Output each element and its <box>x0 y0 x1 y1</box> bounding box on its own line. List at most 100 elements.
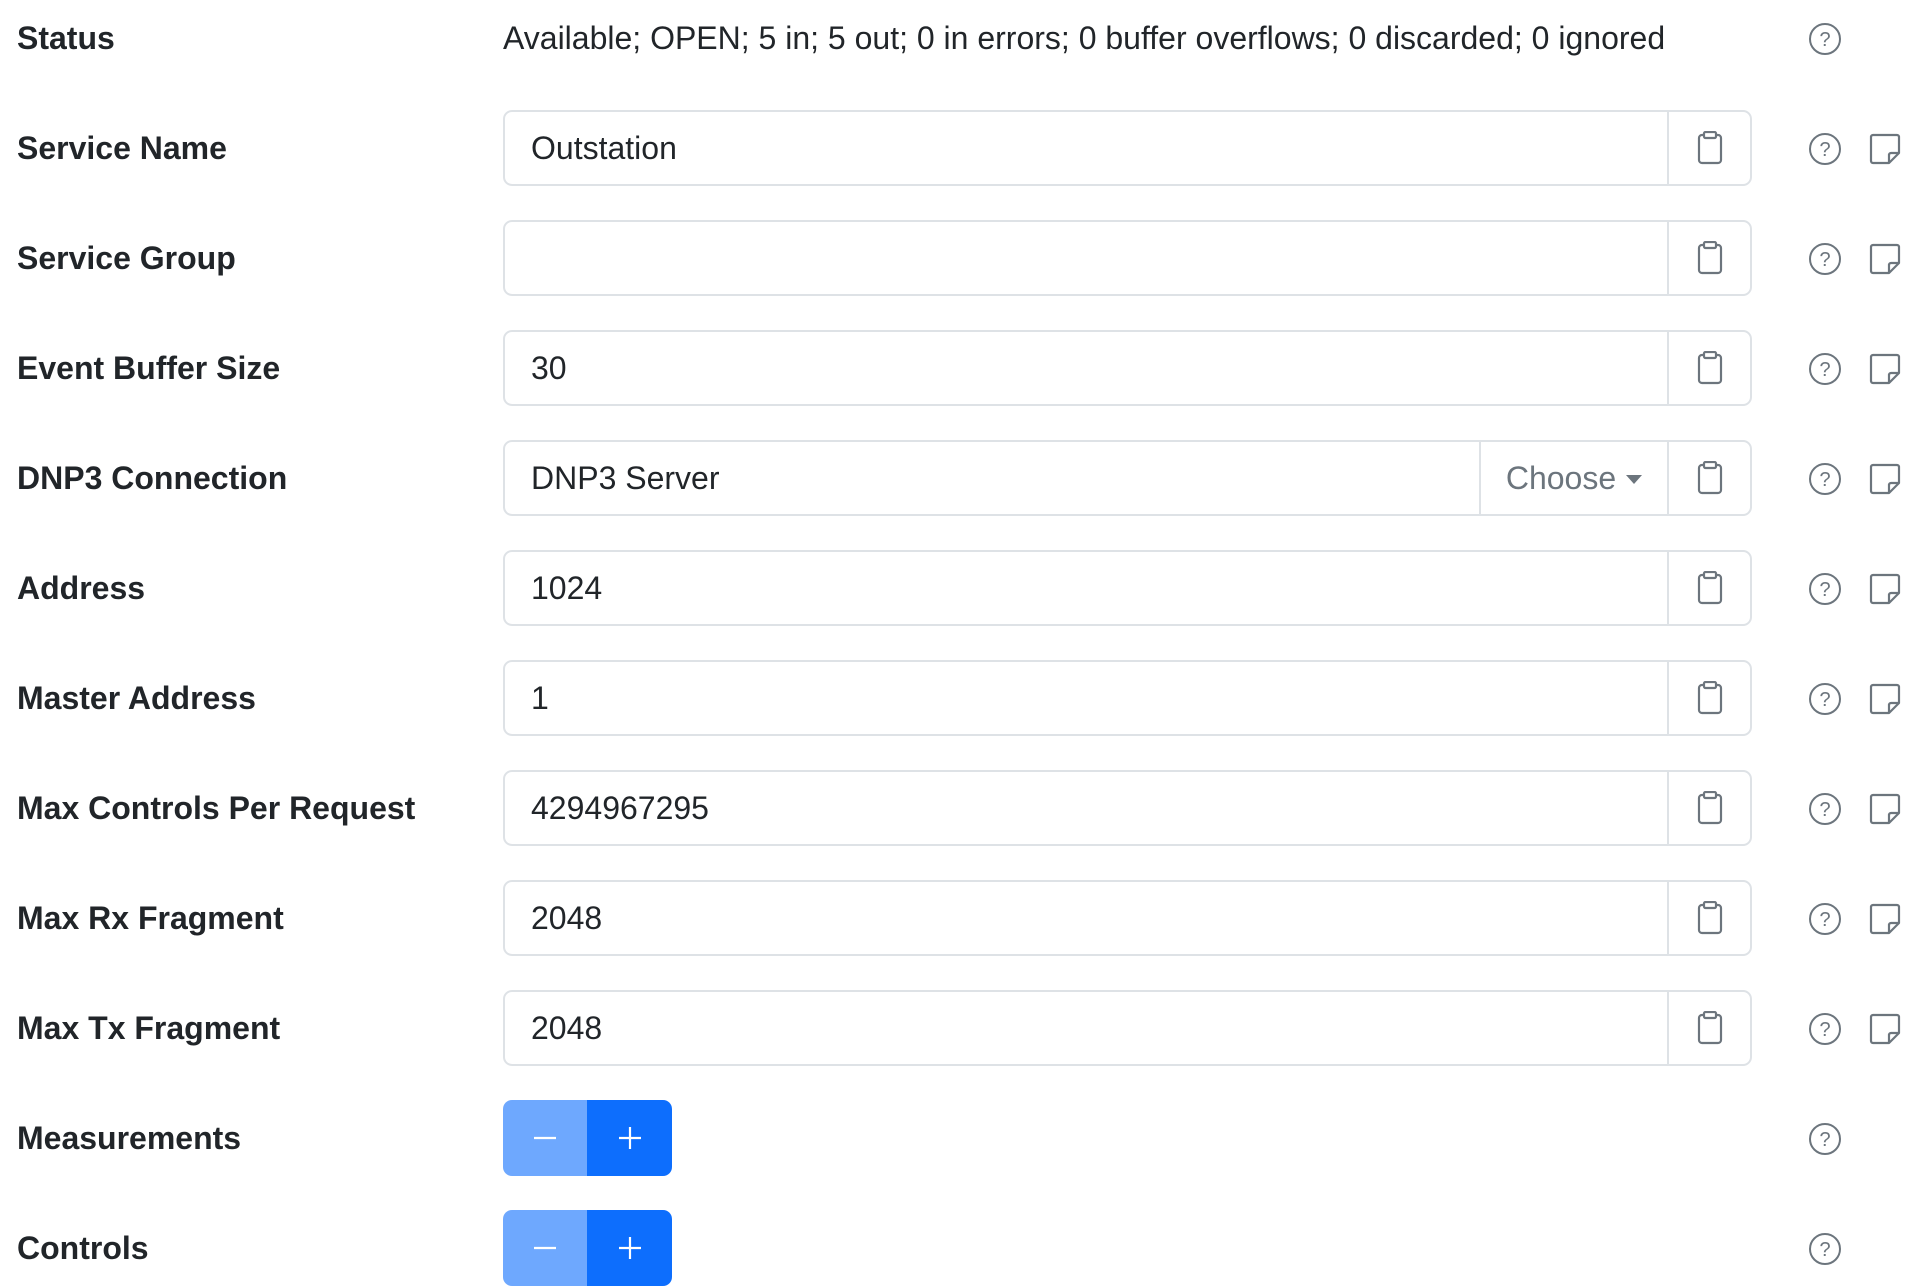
sticky-note-icon[interactable] <box>1868 902 1902 936</box>
event-buffer-size-input[interactable] <box>505 332 1667 404</box>
address-row: Address ? <box>0 550 1920 626</box>
clipboard-icon <box>1697 681 1722 715</box>
max-tx-fragment-row: Max Tx Fragment ? <box>0 990 1920 1066</box>
help-icon[interactable]: ? <box>1808 902 1842 936</box>
service-group-label: Service Group <box>17 240 236 276</box>
clipboard-icon <box>1697 241 1722 275</box>
service-group-group <box>503 220 1752 296</box>
sticky-note-icon[interactable] <box>1868 132 1902 166</box>
clipboard-icon <box>1697 901 1722 935</box>
outstation-config-form: Status Available; OPEN; 5 in; 5 out; 0 i… <box>0 0 1920 1286</box>
help-icon[interactable]: ? <box>1808 242 1842 276</box>
svg-text:?: ? <box>1819 469 1830 491</box>
svg-text:?: ? <box>1819 799 1830 821</box>
copy-button[interactable] <box>1667 992 1750 1064</box>
svg-text:?: ? <box>1819 1019 1830 1041</box>
copy-button[interactable] <box>1667 222 1750 294</box>
copy-button[interactable] <box>1667 662 1750 734</box>
master-address-row: Master Address ? <box>0 660 1920 736</box>
sticky-note-icon[interactable] <box>1868 352 1902 386</box>
help-icon[interactable]: ? <box>1808 572 1842 606</box>
svg-text:?: ? <box>1819 689 1830 711</box>
help-icon[interactable]: ? <box>1808 462 1842 496</box>
service-name-label: Service Name <box>17 130 227 166</box>
remove-measurement-button[interactable] <box>503 1100 587 1176</box>
copy-button[interactable] <box>1667 552 1750 624</box>
minus-icon <box>534 1136 556 1140</box>
remove-control-button[interactable] <box>503 1210 587 1286</box>
max-rx-fragment-input[interactable] <box>505 882 1667 954</box>
service-group-input[interactable] <box>505 222 1667 294</box>
clipboard-icon <box>1697 131 1722 165</box>
measurements-label: Measurements <box>17 1120 242 1156</box>
plus-icon <box>618 1127 641 1149</box>
copy-button[interactable] <box>1667 882 1750 954</box>
copy-button[interactable] <box>1667 332 1750 404</box>
clipboard-icon <box>1697 791 1722 825</box>
copy-button[interactable] <box>1667 112 1750 184</box>
measurements-stepper <box>503 1100 672 1176</box>
measurements-row: Measurements ? <box>0 1100 1920 1176</box>
sticky-note-icon[interactable] <box>1868 572 1902 606</box>
help-icon[interactable]: ? <box>1808 792 1842 826</box>
svg-text:?: ? <box>1819 579 1830 601</box>
controls-row: Controls ? <box>0 1210 1920 1286</box>
choose-label: Choose <box>1505 459 1617 496</box>
add-measurement-button[interactable] <box>587 1100 672 1176</box>
sticky-note-icon[interactable] <box>1868 682 1902 716</box>
master-address-label: Master Address <box>17 680 256 716</box>
plus-icon <box>618 1237 641 1259</box>
help-icon[interactable]: ? <box>1808 1012 1842 1046</box>
choose-dropdown-button[interactable]: Choose <box>1479 442 1667 514</box>
help-icon[interactable]: ? <box>1808 22 1842 56</box>
copy-button[interactable] <box>1667 772 1750 844</box>
max-controls-per-request-input[interactable] <box>505 772 1667 844</box>
sticky-note-icon[interactable] <box>1868 1012 1902 1046</box>
service-name-input[interactable] <box>505 112 1667 184</box>
master-address-group <box>503 660 1752 736</box>
max-rx-fragment-group <box>503 880 1752 956</box>
sticky-note-icon[interactable] <box>1868 792 1902 826</box>
max-rx-fragment-row: Max Rx Fragment ? <box>0 880 1920 956</box>
add-control-button[interactable] <box>587 1210 672 1286</box>
help-icon[interactable]: ? <box>1808 1122 1842 1156</box>
address-group <box>503 550 1752 626</box>
svg-text:?: ? <box>1819 1129 1830 1151</box>
status-value: Available; OPEN; 5 in; 5 out; 0 in error… <box>503 20 1666 56</box>
service-group-row: Service Group ? <box>0 220 1920 296</box>
max-tx-fragment-group <box>503 990 1752 1066</box>
status-row: Status Available; OPEN; 5 in; 5 out; 0 i… <box>0 0 1920 76</box>
svg-text:?: ? <box>1819 1239 1830 1261</box>
event-buffer-size-row: Event Buffer Size ? <box>0 330 1920 406</box>
help-icon[interactable]: ? <box>1808 1232 1842 1266</box>
svg-text:?: ? <box>1819 359 1830 381</box>
svg-text:?: ? <box>1819 249 1830 271</box>
address-input[interactable] <box>505 552 1667 624</box>
copy-button[interactable] <box>1667 442 1750 514</box>
svg-text:?: ? <box>1819 139 1830 161</box>
help-icon[interactable]: ? <box>1808 132 1842 166</box>
master-address-input[interactable] <box>505 662 1667 734</box>
controls-label: Controls <box>17 1230 149 1266</box>
svg-text:?: ? <box>1819 909 1830 931</box>
help-icon[interactable]: ? <box>1808 682 1842 716</box>
status-label: Status <box>17 20 115 56</box>
minus-icon <box>534 1246 556 1250</box>
dnp3-connection-group: Choose <box>503 440 1752 516</box>
event-buffer-size-label: Event Buffer Size <box>17 350 281 386</box>
sticky-note-icon[interactable] <box>1868 462 1902 496</box>
max-controls-per-request-row: Max Controls Per Request ? <box>0 770 1920 846</box>
dnp3-connection-row: DNP3 Connection Choose ? <box>0 440 1920 516</box>
dnp3-connection-input[interactable] <box>505 442 1479 514</box>
max-rx-fragment-label: Max Rx Fragment <box>17 900 284 936</box>
clipboard-icon <box>1697 461 1722 495</box>
max-controls-per-request-label: Max Controls Per Request <box>17 790 416 826</box>
caret-down-icon <box>1626 474 1643 484</box>
svg-text:?: ? <box>1819 29 1830 51</box>
max-controls-per-request-group <box>503 770 1752 846</box>
max-tx-fragment-input[interactable] <box>505 992 1667 1064</box>
help-icon[interactable]: ? <box>1808 352 1842 386</box>
sticky-note-icon[interactable] <box>1868 242 1902 276</box>
max-tx-fragment-label: Max Tx Fragment <box>17 1010 281 1046</box>
service-name-group <box>503 110 1752 186</box>
